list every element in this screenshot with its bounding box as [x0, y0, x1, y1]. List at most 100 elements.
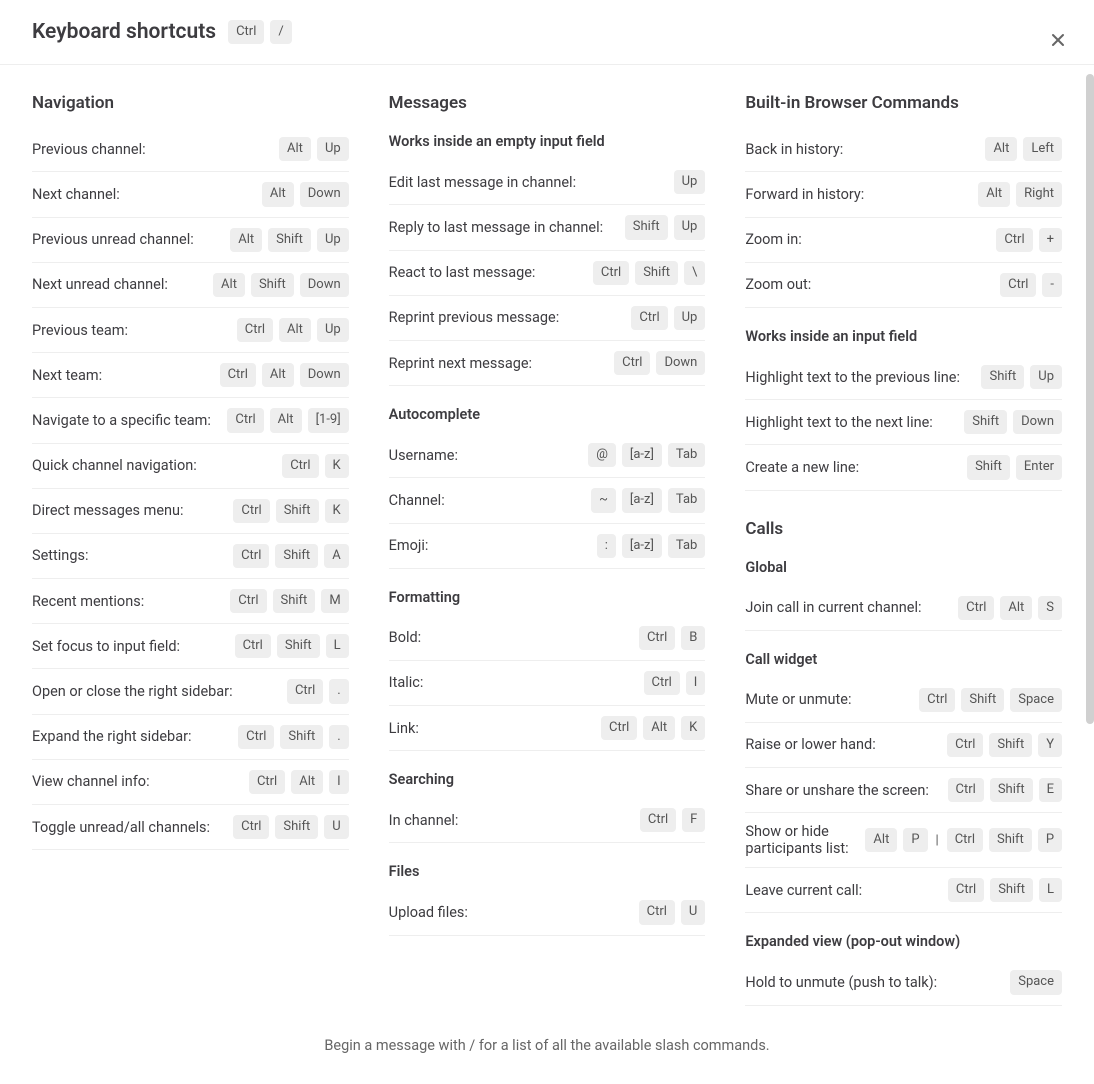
shortcut-row: Show or hide participants list:AltP|Ctrl…: [745, 813, 1062, 868]
shortcut-label: Leave current call:: [745, 882, 940, 899]
key-badge: Shift: [635, 261, 678, 285]
shortcut-label: Highlight text to the next line:: [745, 414, 956, 431]
shortcut-row: Previous unread channel:AltShiftUp: [32, 218, 349, 263]
key-badge: Alt: [279, 137, 311, 161]
subsection-title: Expanded view (pop-out window): [745, 933, 1062, 950]
key-badge: Ctrl: [227, 408, 263, 432]
key-badge: Ctrl: [996, 228, 1032, 252]
scrollbar-track[interactable]: [1086, 74, 1094, 1084]
key-badge: Ctrl: [233, 499, 269, 523]
shortcut-label: Hold to unmute (push to talk):: [745, 974, 1002, 991]
key-badge: Ctrl: [238, 725, 274, 749]
key-badge: [a-z]: [622, 488, 662, 512]
shortcut-row: Hold to unmute (push to talk): Space: [745, 960, 1062, 1005]
key-separator: |: [934, 833, 941, 848]
shortcut-label: Channel:: [389, 492, 583, 509]
shortcut-label: Previous unread channel:: [32, 231, 222, 248]
key-badge: Down: [300, 273, 349, 297]
key-badge: Ctrl: [228, 20, 264, 44]
shortcut-label: Reply to last message in channel:: [389, 219, 617, 236]
close-button[interactable]: [1046, 28, 1070, 52]
shortcut-label: Set focus to input field:: [32, 638, 227, 655]
subsection-title: Formatting: [389, 589, 706, 606]
shortcut-keys: CtrlI: [644, 671, 706, 695]
shortcut-row: Link:CtrlAltK: [389, 706, 706, 751]
key-badge: ~: [591, 488, 616, 512]
header-shortcut-keys: Ctrl/: [228, 20, 292, 44]
key-badge: Space: [1010, 688, 1062, 712]
key-badge: Ctrl: [958, 596, 994, 620]
key-badge: Up: [1030, 365, 1062, 389]
shortcut-row: Next unread channel:AltShiftDown: [32, 263, 349, 308]
shortcut-label: Bold:: [389, 629, 631, 646]
key-badge: K: [325, 454, 349, 478]
key-badge: .: [329, 679, 348, 703]
scrollbar-thumb[interactable]: [1086, 74, 1094, 724]
shortcut-keys: AltUp: [279, 137, 349, 161]
key-badge: Shift: [964, 410, 1007, 434]
shortcut-row: Leave current call:CtrlShiftL: [745, 868, 1062, 913]
shortcut-label: Expand the right sidebar:: [32, 728, 230, 745]
shortcut-keys: CtrlAltS: [958, 596, 1062, 620]
key-badge: Ctrl: [947, 828, 983, 852]
shortcut-label: Join call in current channel:: [745, 599, 950, 616]
shortcut-row: Previous channel:AltUp: [32, 127, 349, 172]
key-badge: Shift: [268, 228, 311, 252]
key-badge: Ctrl: [230, 589, 266, 613]
key-badge: E: [1039, 778, 1062, 802]
key-badge: Alt: [1000, 596, 1032, 620]
key-badge: Shift: [273, 589, 316, 613]
key-badge: Ctrl: [948, 878, 984, 902]
subsection-title: Works inside an empty input field: [389, 133, 706, 150]
shortcut-row: Next channel:AltDown: [32, 172, 349, 217]
key-badge: Ctrl: [639, 626, 675, 650]
column: NavigationPrevious channel:AltUpNext cha…: [32, 93, 349, 991]
key-badge: -: [1042, 273, 1062, 297]
key-badge: Down: [300, 182, 349, 206]
shortcut-keys: Space: [1010, 970, 1062, 994]
key-badge: Shift: [280, 725, 323, 749]
shortcut-row: Highlight text to the next line: ShiftDow…: [745, 400, 1062, 445]
key-badge: \: [684, 261, 705, 285]
shortcut-keys: AltRight: [978, 182, 1062, 206]
key-badge: Shift: [967, 455, 1010, 479]
shortcut-label: Italic:: [389, 674, 636, 691]
shortcut-keys: CtrlUp: [631, 306, 705, 330]
key-badge: Shift: [251, 273, 294, 297]
shortcut-row: Recent mentions:CtrlShiftM: [32, 579, 349, 624]
shortcut-row: Upload files:CtrlU: [389, 890, 706, 935]
shortcut-keys: CtrlAltDown: [220, 363, 349, 387]
key-badge: Shift: [275, 815, 318, 839]
key-badge: P: [903, 828, 927, 852]
shortcut-keys: CtrlShiftY: [947, 733, 1062, 757]
shortcut-label: Next channel:: [32, 186, 254, 203]
subsection-title: Autocomplete: [389, 406, 706, 423]
key-badge: Tab: [668, 488, 705, 512]
shortcut-row: Expand the right sidebar:CtrlShift.: [32, 715, 349, 760]
key-badge: Alt: [643, 716, 675, 740]
shortcut-keys: ShiftDown: [964, 410, 1062, 434]
key-badge: Alt: [270, 408, 302, 432]
shortcut-keys: :[a-z]Tab: [597, 534, 706, 558]
shortcut-label: In channel:: [389, 812, 632, 829]
shortcut-keys: CtrlU: [639, 900, 706, 924]
key-badge: L: [326, 634, 349, 658]
shortcut-label: View channel info:: [32, 773, 241, 790]
shortcut-keys: ~[a-z]Tab: [591, 488, 705, 512]
shortcut-row: Channel: ~[a-z]Tab: [389, 478, 706, 523]
key-badge: Ctrl: [233, 815, 269, 839]
shortcut-keys: AltShiftDown: [213, 273, 349, 297]
section-title: Navigation: [32, 93, 349, 113]
shortcut-keys: Up: [674, 170, 706, 194]
shortcut-label: Previous team:: [32, 322, 229, 339]
key-badge: +: [1039, 228, 1062, 252]
shortcut-row: Toggle unread/all channels:CtrlShiftU: [32, 805, 349, 850]
shortcut-label: Forward in history:: [745, 186, 970, 203]
key-badge: Ctrl: [233, 544, 269, 568]
shortcut-row: Reply to last message in channel:ShiftUp: [389, 205, 706, 250]
shortcut-row: Highlight text to the previous line:Shif…: [745, 355, 1062, 400]
shortcut-keys: CtrlShiftA: [233, 544, 349, 568]
column: Built-in Browser CommandsBack in history…: [745, 93, 1062, 991]
section-title: Messages: [389, 93, 706, 113]
shortcut-keys: CtrlF: [640, 808, 705, 832]
